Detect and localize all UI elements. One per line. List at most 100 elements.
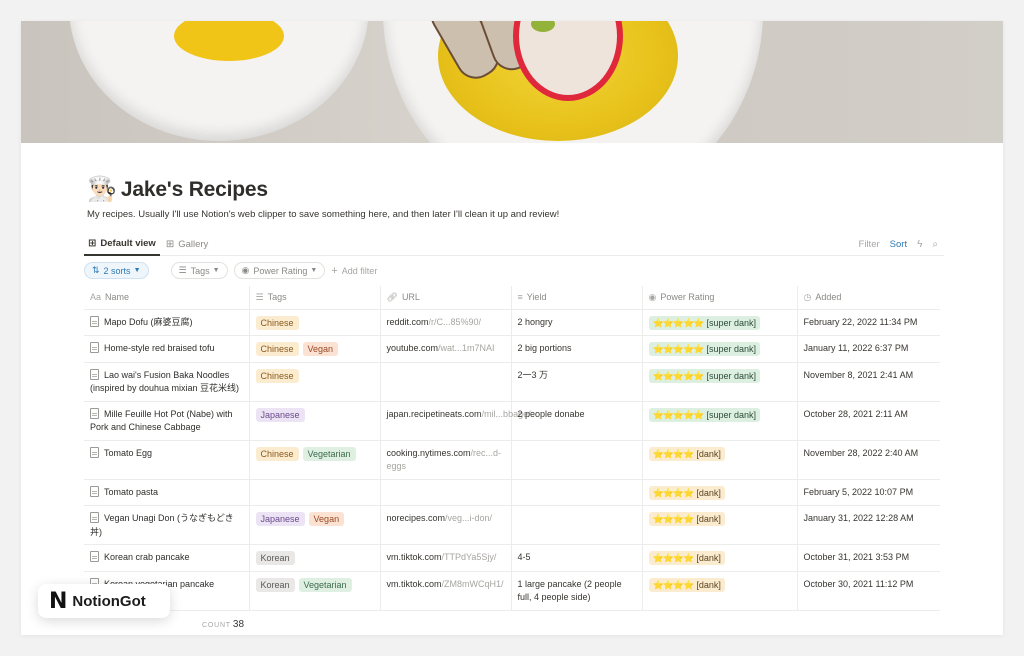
tab-default-view[interactable]: ⊞ Default view — [84, 233, 160, 256]
table-row[interactable]: Tomato pasta ⭐⭐⭐⭐ [dank] February 5, 2022 1… — [84, 479, 940, 506]
recipe-name[interactable]: Tomato Egg — [104, 448, 152, 458]
table-row[interactable]: Mapo Dofu (麻婆豆腐) Chinese reddit.com/r/C...… — [84, 309, 940, 336]
page-title[interactable]: Jake's Recipes — [121, 178, 268, 202]
cell-url[interactable]: japan.recipetineats.com/mil...bbage/ — [380, 401, 531, 441]
rating-badge[interactable]: ⭐⭐⭐⭐⭐ [super dank] — [648, 342, 761, 356]
tag-vegan[interactable]: Vegan — [302, 342, 339, 356]
recipe-name[interactable]: Tomato pasta — [104, 487, 158, 497]
cell-url[interactable]: norecipes.com/veg...i-don/ — [380, 505, 512, 545]
cell-added[interactable]: October 30, 2021 11:12 PM — [797, 571, 940, 611]
cell-power-rating[interactable]: ⭐⭐⭐⭐⭐ [super dank] — [642, 362, 798, 402]
rating-badge[interactable]: ⭐⭐⭐⭐⭐ [super dank] — [648, 407, 761, 422]
cell-tags[interactable]: Chinese — [249, 309, 381, 336]
cell-tags[interactable]: Chinese — [249, 362, 381, 402]
url-path[interactable]: /veg...i-don/ — [445, 513, 492, 523]
cell-added[interactable]: February 22, 2022 11:34 PM — [797, 309, 940, 336]
url-host[interactable]: reddit.com — [387, 317, 429, 327]
cell-tags[interactable]: Chinese Vegan — [249, 335, 381, 363]
cell-power-rating[interactable]: ⭐⭐⭐⭐ [dank] — [642, 544, 798, 572]
column-header-added[interactable]: ◷ Added — [797, 286, 940, 310]
cell-added[interactable]: October 28, 2021 2:11 AM — [797, 401, 940, 441]
url-path[interactable]: /ZM8mWCqH1/ — [442, 579, 504, 589]
sort-button[interactable]: Sort — [890, 239, 907, 250]
cell-url[interactable]: vm.tiktok.com/ZM8mWCqH1/ — [380, 571, 512, 611]
filter-button[interactable]: Filter — [859, 239, 880, 250]
rating-badge[interactable]: ⭐⭐⭐⭐⭐ [super dank] — [648, 315, 761, 330]
cell-added[interactable]: January 11, 2022 6:37 PM — [797, 335, 940, 363]
cell-power-rating[interactable]: ⭐⭐⭐⭐⭐ [super dank] — [642, 309, 798, 336]
url-host[interactable]: cooking.nytimes.com — [387, 448, 471, 458]
sorts-pill[interactable]: ⇅ 2 sorts ▼ — [84, 262, 149, 279]
tag-chinese[interactable]: Chinese — [255, 368, 299, 383]
url-host[interactable]: japan.recipetineats.com — [387, 409, 482, 419]
cell-tags[interactable]: Korean — [249, 544, 381, 572]
tag-vegetarian[interactable]: Vegetarian — [298, 577, 352, 592]
cell-added[interactable]: February 5, 2022 10:07 PM — [797, 479, 940, 506]
power-rating-filter-pill[interactable]: ◉ Power Rating ▼ — [233, 262, 326, 279]
url-host[interactable]: norecipes.com — [387, 513, 446, 523]
cell-power-rating[interactable]: ⭐⭐⭐⭐ [dank] — [642, 440, 798, 480]
cell-url[interactable]: cooking.nytimes.com/rec...d-eggs — [380, 440, 512, 480]
url-host[interactable]: youtube.com — [387, 343, 439, 353]
cell-name[interactable]: Home-style red braised tofu — [84, 335, 250, 363]
rating-badge[interactable]: ⭐⭐⭐⭐ [dank] — [648, 551, 725, 565]
cell-tags[interactable]: Japanese — [249, 401, 381, 441]
cell-url[interactable]: reddit.com/r/C...85%90/ — [380, 309, 512, 336]
rating-badge[interactable]: ⭐⭐⭐⭐ [dank] — [648, 446, 725, 461]
cell-power-rating[interactable]: ⭐⭐⭐⭐ [dank] — [642, 571, 798, 611]
url-path[interactable]: /wat...1m7NAI — [438, 343, 495, 353]
cell-yield[interactable]: 2一3 万 — [511, 362, 643, 402]
cell-yield[interactable]: 2 big portions — [511, 335, 643, 363]
cell-name[interactable]: Mille Feuille Hot Pot (Nabe) with Pork a… — [84, 401, 250, 441]
cell-name[interactable]: Lao wai's Fusion Baka Noodles (inspired … — [84, 362, 250, 402]
column-header-url[interactable]: 🔗︎ URL — [380, 286, 512, 310]
table-row[interactable]: Lao wai's Fusion Baka Noodles (inspired … — [84, 362, 940, 402]
tag-japanese[interactable]: Japanese — [255, 407, 305, 422]
url-path[interactable]: /TTPdYa5Sjy/ — [442, 552, 497, 562]
recipe-name[interactable]: Lao wai's Fusion Baka Noodles (inspired … — [90, 370, 239, 394]
table-row[interactable]: Korean crab pancake Korean vm.tiktok.com/T… — [84, 544, 940, 572]
cell-yield[interactable] — [511, 479, 643, 506]
add-filter-button[interactable]: + Add filter — [331, 265, 377, 277]
cell-name[interactable]: Tomato Egg — [84, 440, 250, 480]
tag-vegetarian[interactable]: Vegetarian — [302, 446, 356, 461]
cell-name[interactable]: Mapo Dofu (麻婆豆腐) — [84, 309, 250, 336]
table-row[interactable]: Home-style red braised tofu Chinese Vegan y… — [84, 335, 940, 363]
cell-added[interactable]: November 8, 2021 2:41 AM — [797, 362, 940, 402]
rating-badge[interactable]: ⭐⭐⭐⭐ [dank] — [648, 577, 725, 592]
cell-name[interactable]: Tomato pasta — [84, 479, 250, 506]
cell-yield[interactable]: 2 hongry — [511, 309, 643, 336]
tab-gallery[interactable]: ⊞ Gallery — [162, 233, 212, 256]
tag-vegan[interactable]: Vegan — [308, 512, 345, 526]
url-host[interactable]: vm.tiktok.com — [387, 552, 442, 562]
cell-yield[interactable]: 4-5 — [511, 544, 643, 572]
cell-added[interactable]: January 31, 2022 12:28 AM — [797, 505, 940, 545]
cell-url[interactable] — [380, 479, 512, 506]
column-header-name[interactable]: Aa Name — [84, 286, 250, 310]
cell-url[interactable]: youtube.com/wat...1m7NAI — [380, 335, 512, 363]
cell-power-rating[interactable]: ⭐⭐⭐⭐⭐ [super dank] — [642, 335, 798, 363]
column-header-power-rating[interactable]: ◉ Power Rating — [642, 286, 798, 310]
notiongot-badge[interactable]: N NotionGot — [38, 584, 170, 618]
table-row[interactable]: Tomato Egg Chinese Vegetarian cooking.nytim… — [84, 440, 940, 480]
tag-chinese[interactable]: Chinese — [255, 315, 299, 330]
cell-power-rating[interactable]: ⭐⭐⭐⭐⭐ [super dank] — [642, 401, 798, 441]
cell-url[interactable]: vm.tiktok.com/TTPdYa5Sjy/ — [380, 544, 512, 572]
search-icon[interactable]: ⌕ — [932, 239, 938, 250]
table-row[interactable]: Korean vegetarian pancakeKoreanVegetaria… — [84, 571, 940, 611]
table-row[interactable]: Vegan Unagi Don (うなぎもどき丼) Japanese Vegan no… — [84, 505, 940, 545]
column-header-tags[interactable]: ☰ Tags — [249, 286, 381, 310]
tag-korean[interactable]: Korean — [255, 551, 295, 565]
url-path[interactable]: /r/C...85%90/ — [429, 317, 482, 327]
cell-yield[interactable] — [511, 440, 643, 480]
cell-added[interactable]: November 28, 2022 2:40 AM — [797, 440, 940, 480]
tag-korean[interactable]: Korean — [255, 577, 295, 592]
column-header-yield[interactable]: ≡ Yield — [511, 286, 643, 310]
rating-badge[interactable]: ⭐⭐⭐⭐⭐ [super dank] — [648, 368, 761, 383]
table-row[interactable]: Mille Feuille Hot Pot (Nabe) with Pork a… — [84, 401, 940, 441]
cell-tags[interactable]: Chinese Vegetarian — [249, 440, 381, 480]
cell-power-rating[interactable]: ⭐⭐⭐⭐ [dank] — [642, 479, 798, 506]
recipe-name[interactable]: Mapo Dofu (麻婆豆腐) — [104, 317, 193, 327]
lightning-icon[interactable]: ϟ — [917, 239, 922, 250]
recipe-name[interactable]: Korean crab pancake — [104, 552, 190, 562]
